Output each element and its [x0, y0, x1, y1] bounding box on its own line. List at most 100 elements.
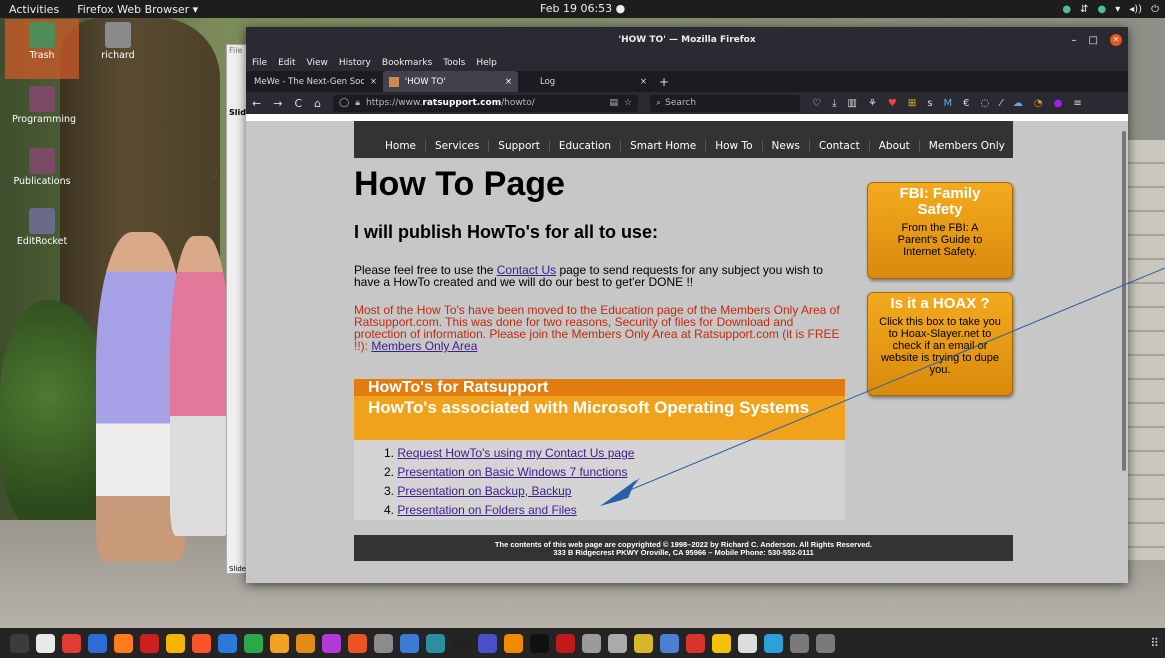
tray-icon-2[interactable]: ⇵: [1080, 4, 1088, 15]
tab-howto[interactable]: 'HOW TO' ×: [383, 71, 518, 92]
nav-support[interactable]: Support: [489, 140, 550, 152]
reader-icon[interactable]: ▤: [610, 98, 619, 108]
url-bar[interactable]: ◯ 🔒︎ https://www.ratsupport.com/howto/ ▤…: [333, 94, 639, 112]
dock-app-yellow-icon[interactable]: [634, 633, 653, 653]
tray-icon-3[interactable]: ●: [1097, 4, 1106, 15]
extension-icon-9[interactable]: ☁: [1013, 98, 1023, 109]
maximize-button[interactable]: □: [1089, 35, 1098, 46]
forward-icon[interactable]: →: [273, 97, 282, 110]
power-icon[interactable]: ⏻: [1151, 4, 1159, 15]
dock-vlc-icon[interactable]: [504, 633, 523, 653]
nav-how-to[interactable]: How To: [706, 140, 763, 152]
dock-store-icon[interactable]: [348, 633, 367, 653]
dock-app-indigo-icon[interactable]: [478, 633, 497, 653]
menu-bookmarks[interactable]: Bookmarks: [382, 58, 432, 68]
desktop-icon-publications[interactable]: Publications: [12, 148, 72, 187]
dock-app-blue-icon[interactable]: [88, 633, 107, 653]
tray-icon-1[interactable]: ●: [1062, 4, 1071, 15]
tab-mewe[interactable]: MeWe - The Next-Gen Social ×: [248, 71, 383, 92]
back-icon[interactable]: ←: [252, 97, 261, 110]
show-apps-icon[interactable]: ⠿: [1150, 636, 1159, 650]
app-menu-icon[interactable]: ≡: [1073, 98, 1081, 109]
desktop-icon-trash[interactable]: Trash: [12, 22, 72, 61]
library-icon[interactable]: ▥: [848, 98, 857, 109]
bookmark-star-icon[interactable]: ☆: [624, 98, 632, 108]
desktop-icon-home[interactable]: richard: [88, 22, 148, 61]
dock-app-black-icon[interactable]: [530, 633, 549, 653]
dock-app-gray2-icon[interactable]: [582, 633, 601, 653]
dock-app-blue2-icon[interactable]: [400, 633, 419, 653]
menu-tools[interactable]: Tools: [443, 58, 465, 68]
extension-icon-1[interactable]: ⚘: [868, 98, 877, 109]
slide-number[interactable]: 2: [213, 171, 218, 180]
howto-link-folders[interactable]: Presentation on Folders and Files: [397, 503, 576, 517]
volume-icon[interactable]: ◂)): [1129, 4, 1142, 15]
dock-terminal-icon[interactable]: [10, 633, 29, 653]
nav-contact[interactable]: Contact: [810, 140, 870, 152]
extension-icon-5[interactable]: M: [944, 98, 953, 109]
dock-app-gray5-icon[interactable]: [816, 633, 835, 653]
howto-link-request[interactable]: Request HowTo's using my Contact Us page: [397, 446, 634, 460]
desktop-icon-editrocket[interactable]: EditRocket: [12, 208, 72, 247]
extension-icon-10[interactable]: ◔: [1034, 98, 1043, 109]
dock-app-dark-icon[interactable]: [452, 633, 471, 653]
extension-icon-6[interactable]: €: [963, 98, 969, 109]
dock-opera-icon[interactable]: [140, 633, 159, 653]
extension-icon-11[interactable]: ●: [1054, 98, 1063, 109]
scrollbar[interactable]: [1122, 131, 1126, 471]
tab-close-icon[interactable]: ×: [640, 77, 647, 87]
dock-chrome-icon[interactable]: [166, 633, 185, 653]
activities-button[interactable]: Activities: [0, 3, 68, 16]
dock-app-teal-icon[interactable]: [426, 633, 445, 653]
members-only-link[interactable]: Members Only Area: [371, 339, 477, 353]
nav-news[interactable]: News: [763, 140, 810, 152]
dock-firefox-icon[interactable]: [114, 633, 133, 653]
nav-home[interactable]: Home: [376, 140, 427, 152]
desktop-icon-programming[interactable]: Programming: [12, 86, 76, 125]
app-menu[interactable]: Firefox Web Browser ▾: [68, 3, 207, 16]
howto-link-backup[interactable]: Presentation on Backup, Backup: [397, 484, 571, 498]
tab-close-icon[interactable]: ×: [370, 77, 377, 87]
dock-docs-icon[interactable]: [218, 633, 237, 653]
dock-app-purple-icon[interactable]: [322, 633, 341, 653]
menu-history[interactable]: History: [339, 58, 371, 68]
menu-help[interactable]: Help: [476, 58, 497, 68]
menu-view[interactable]: View: [307, 58, 328, 68]
extension-icon-4[interactable]: s: [927, 98, 932, 109]
tab-log[interactable]: Log ×: [518, 71, 653, 92]
dock-app-cyan-icon[interactable]: [764, 633, 783, 653]
nav-services[interactable]: Services: [426, 140, 490, 152]
downloads-icon[interactable]: ⤓: [832, 98, 836, 109]
dock-app-white-icon[interactable]: [738, 633, 757, 653]
dock-app-red-icon[interactable]: [62, 633, 81, 653]
system-tray[interactable]: ● ⇵ ● ▾ ◂)) ⏻: [1062, 0, 1159, 18]
reload-icon[interactable]: C: [294, 97, 302, 110]
howto-link-windows7[interactable]: Presentation on Basic Windows 7 function…: [397, 465, 627, 479]
dock-slides-icon[interactable]: [270, 633, 289, 653]
search-input[interactable]: ⌕ Search: [650, 94, 801, 112]
dock-filezilla-icon[interactable]: [556, 633, 575, 653]
tab-close-icon[interactable]: ×: [505, 77, 512, 87]
new-tab-button[interactable]: +: [653, 71, 675, 92]
nav-about[interactable]: About: [870, 140, 920, 152]
clock[interactable]: Feb 19 06:53 ●: [540, 0, 625, 18]
dock-app-gray3-icon[interactable]: [608, 633, 627, 653]
home-icon[interactable]: ⌂: [314, 97, 321, 110]
nav-members-only[interactable]: Members Only: [920, 140, 1014, 152]
dock-app-yellow2-icon[interactable]: [712, 633, 731, 653]
extension-icon-7[interactable]: ◌: [981, 98, 990, 109]
wifi-icon[interactable]: ▾: [1115, 4, 1120, 15]
dock-app-red2-icon[interactable]: [686, 633, 705, 653]
dock-app-orange-icon[interactable]: [296, 633, 315, 653]
fbi-safety-box[interactable]: FBI: Family Safety From the FBI: A Paren…: [867, 182, 1013, 279]
dock-app-blue3-icon[interactable]: [660, 633, 679, 653]
dock-brave-icon[interactable]: [192, 633, 211, 653]
nav-education[interactable]: Education: [550, 140, 622, 152]
nav-smart-home[interactable]: Smart Home: [621, 140, 707, 152]
dock-app-gray-icon[interactable]: [374, 633, 393, 653]
pocket-icon[interactable]: ♡: [812, 98, 821, 109]
minimize-button[interactable]: –: [1072, 35, 1077, 46]
extension-icon-3[interactable]: ⊞: [908, 98, 916, 109]
close-button[interactable]: ✕: [1110, 34, 1122, 46]
menu-edit[interactable]: Edit: [278, 58, 295, 68]
